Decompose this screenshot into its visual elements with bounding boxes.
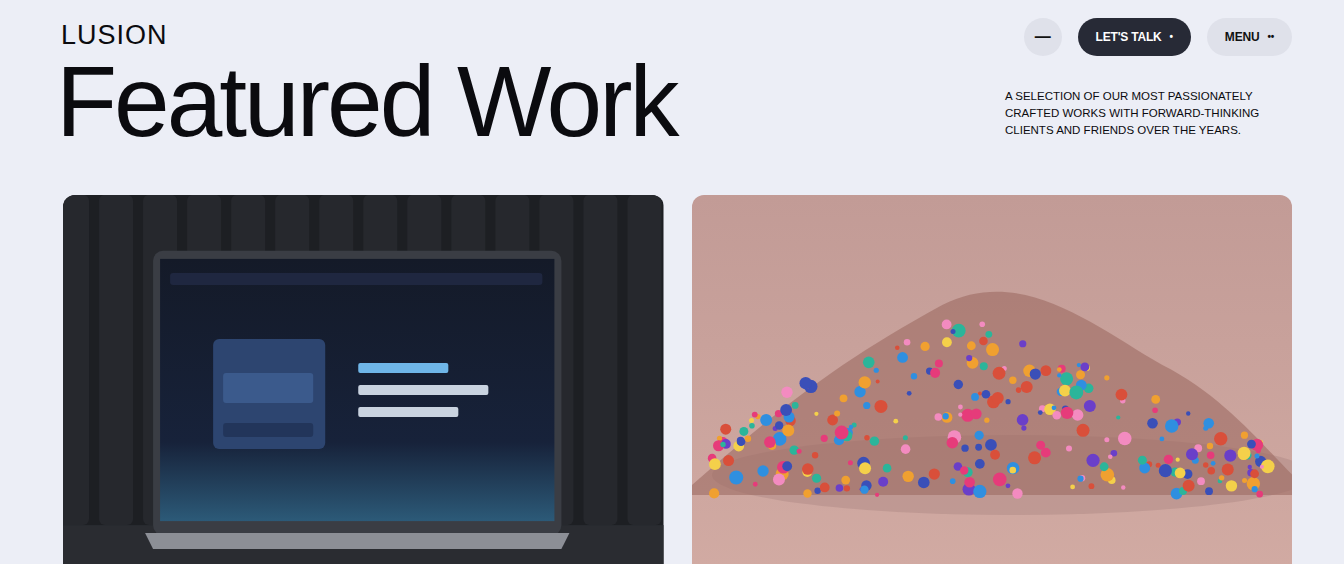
flowers-photo [692,195,1293,564]
header-right: — LET'S TALK • MENU •• A SELECTION OF OU… [1005,18,1292,139]
dot-icon: • [1170,32,1173,42]
project-card[interactable] [63,195,664,564]
page-title: Featured Work [56,51,677,151]
minimize-button[interactable]: — [1024,18,1062,56]
project-grid [0,195,1344,564]
menu-label: MENU [1225,28,1260,46]
menu-button[interactable]: MENU •• [1207,18,1292,56]
brand-logo[interactable]: LUSION [61,22,677,49]
intro-text: A SELECTION OF OUR MOST PASSIONATELY CRA… [1005,88,1292,139]
dots-icon: •• [1267,32,1274,42]
project-photo [63,195,664,564]
header-titles: LUSION Featured Work [60,18,677,151]
top-nav: — LET'S TALK • MENU •• [1005,18,1292,56]
lets-talk-button[interactable]: LET'S TALK • [1078,18,1191,56]
lets-talk-label: LET'S TALK [1096,28,1162,46]
project-card[interactable] [692,195,1293,564]
